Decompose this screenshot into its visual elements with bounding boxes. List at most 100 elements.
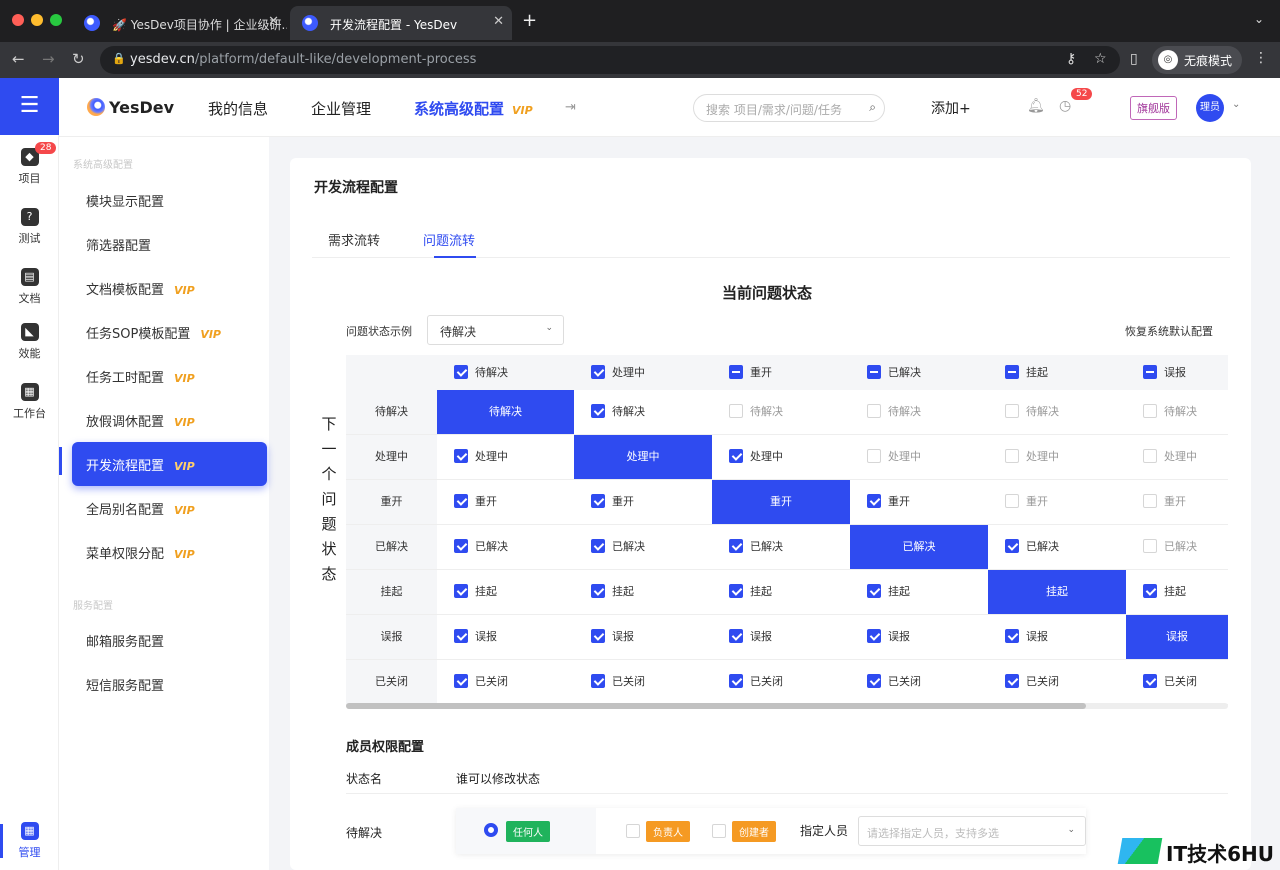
checkbox-icon[interactable]: [867, 404, 881, 418]
menu-toggle-icon[interactable]: ☰: [0, 78, 59, 135]
transition-checkbox[interactable]: 待解决: [988, 390, 1126, 434]
sidebar-item-sms-service[interactable]: 短信服务配置: [72, 662, 267, 706]
maximize-window-icon[interactable]: [50, 14, 62, 26]
clock-icon[interactable]: ◷: [1059, 98, 1071, 114]
horizontal-scrollbar[interactable]: [346, 703, 1228, 709]
checkbox-icon[interactable]: [591, 584, 605, 598]
url-input[interactable]: 🔒 yesdev.cn/platform/default-like/develo…: [100, 46, 1120, 74]
browser-tab-1[interactable]: 🚀 YesDev项目协作 | 企业级研... ✕: [72, 6, 287, 40]
checkbox-icon[interactable]: [729, 629, 743, 643]
checkbox-icon[interactable]: [1005, 404, 1019, 418]
transition-checkbox[interactable]: 处理中: [712, 435, 850, 479]
transition-checkbox[interactable]: 重开: [437, 480, 574, 524]
sidebar-item-module-display[interactable]: 模块显示配置: [72, 178, 267, 222]
sidebar-item-filter[interactable]: 筛选器配置: [72, 222, 267, 266]
rail-item-doc[interactable]: ▤ 文档: [0, 268, 59, 306]
close-tab-icon[interactable]: ✕: [268, 14, 279, 29]
sidebar-item-sop-template[interactable]: 任务SOP模板配置 VIP: [72, 310, 267, 354]
column-header-checkbox[interactable]: 重开: [712, 355, 850, 390]
transition-checkbox[interactable]: 误报: [574, 615, 712, 659]
checkbox-icon[interactable]: [867, 494, 881, 508]
transition-checkbox[interactable]: 已关闭: [850, 660, 988, 704]
creator-checkbox[interactable]: [712, 824, 726, 838]
transition-checkbox[interactable]: 误报: [712, 615, 850, 659]
state-example-select[interactable]: 待解决 ⌄: [427, 315, 564, 345]
checkbox-icon[interactable]: [454, 494, 468, 508]
exit-icon[interactable]: ⇥: [565, 100, 576, 115]
key-icon[interactable]: ⚷: [1066, 51, 1076, 67]
transition-checkbox[interactable]: 已关闭: [988, 660, 1126, 704]
transition-checkbox[interactable]: 已解决: [437, 525, 574, 569]
forward-icon[interactable]: →: [42, 50, 55, 68]
more-menu-icon[interactable]: ⋮: [1254, 50, 1268, 66]
chevron-down-icon[interactable]: ⌄: [1254, 12, 1264, 26]
checkbox-icon[interactable]: [454, 539, 468, 553]
transition-checkbox[interactable]: 挂起: [437, 570, 574, 614]
checkbox-icon[interactable]: [867, 365, 881, 379]
tab-issue-flow[interactable]: 问题流转: [423, 230, 475, 249]
transition-checkbox[interactable]: 挂起: [1126, 570, 1228, 614]
checkbox-icon[interactable]: [1005, 539, 1019, 553]
checkbox-icon[interactable]: [1143, 584, 1157, 598]
transition-checkbox[interactable]: 已关闭: [712, 660, 850, 704]
edition-badge[interactable]: 旗舰版: [1130, 96, 1177, 120]
sidebar-item-email-service[interactable]: 邮箱服务配置: [72, 618, 267, 662]
column-header-checkbox[interactable]: 挂起: [988, 355, 1126, 390]
transition-checkbox[interactable]: 已解决: [574, 525, 712, 569]
transition-checkbox[interactable]: 待解决: [574, 390, 712, 434]
checkbox-icon[interactable]: [454, 365, 468, 379]
transition-checkbox[interactable]: 处理中: [1126, 435, 1228, 479]
checkbox-icon[interactable]: [591, 539, 605, 553]
rail-item-project[interactable]: ◆ 项目 28: [0, 142, 59, 186]
checkbox-icon[interactable]: [729, 539, 743, 553]
nav-enterprise[interactable]: 企业管理: [311, 98, 371, 119]
transition-checkbox[interactable]: 重开: [1126, 480, 1228, 524]
avatar[interactable]: 理员: [1196, 94, 1224, 122]
checkbox-icon[interactable]: [867, 674, 881, 688]
transition-checkbox[interactable]: 处理中: [988, 435, 1126, 479]
checkbox-icon[interactable]: [729, 584, 743, 598]
checkbox-icon[interactable]: [867, 584, 881, 598]
checkbox-icon[interactable]: [591, 365, 605, 379]
checkbox-icon[interactable]: [729, 404, 743, 418]
transition-checkbox[interactable]: 重开: [850, 480, 988, 524]
transition-checkbox[interactable]: 已关闭: [437, 660, 574, 704]
column-header-checkbox[interactable]: 已解决: [850, 355, 988, 390]
chevron-down-icon[interactable]: ⌄: [1232, 99, 1240, 110]
anyone-radio[interactable]: [484, 823, 498, 837]
checkbox-icon[interactable]: [591, 404, 605, 418]
rail-item-test[interactable]: ? 测试: [0, 208, 59, 246]
checkbox-icon[interactable]: [867, 629, 881, 643]
checkbox-icon[interactable]: [1143, 365, 1157, 379]
star-icon[interactable]: ☆: [1094, 51, 1107, 67]
logo[interactable]: YesDev: [87, 98, 174, 117]
checkbox-icon[interactable]: [591, 629, 605, 643]
checkbox-icon[interactable]: [1005, 365, 1019, 379]
checkbox-icon[interactable]: [1143, 404, 1157, 418]
checkbox-icon[interactable]: [729, 449, 743, 463]
close-tab-icon[interactable]: ✕: [493, 14, 504, 29]
sidebar-item-global-alias[interactable]: 全局别名配置 VIP: [72, 486, 267, 530]
owner-checkbox[interactable]: [626, 824, 640, 838]
checkbox-icon[interactable]: [729, 365, 743, 379]
sidepanel-icon[interactable]: ▯: [1130, 51, 1138, 67]
checkbox-icon[interactable]: [1005, 674, 1019, 688]
transition-checkbox[interactable]: 待解决: [850, 390, 988, 434]
transition-checkbox[interactable]: 待解决: [1126, 390, 1228, 434]
rail-item-efficiency[interactable]: ◣ 效能: [0, 323, 59, 361]
checkbox-icon[interactable]: [454, 584, 468, 598]
transition-checkbox[interactable]: 误报: [850, 615, 988, 659]
tab-requirement-flow[interactable]: 需求流转: [328, 230, 380, 249]
transition-checkbox[interactable]: 挂起: [574, 570, 712, 614]
anyone-tag[interactable]: 任何人: [506, 821, 550, 842]
column-header-checkbox[interactable]: 误报: [1126, 355, 1228, 390]
add-button[interactable]: 添加+: [931, 98, 971, 118]
transition-checkbox[interactable]: 已解决: [712, 525, 850, 569]
transition-checkbox[interactable]: 误报: [437, 615, 574, 659]
browser-tab-2[interactable]: 开发流程配置 - YesDev ✕: [290, 6, 512, 40]
transition-checkbox[interactable]: 处理中: [850, 435, 988, 479]
checkbox-icon[interactable]: [454, 629, 468, 643]
person-select[interactable]: 请选择指定人员，支持多选 ⌄: [858, 816, 1086, 846]
checkbox-icon[interactable]: [867, 449, 881, 463]
checkbox-icon[interactable]: [1005, 629, 1019, 643]
